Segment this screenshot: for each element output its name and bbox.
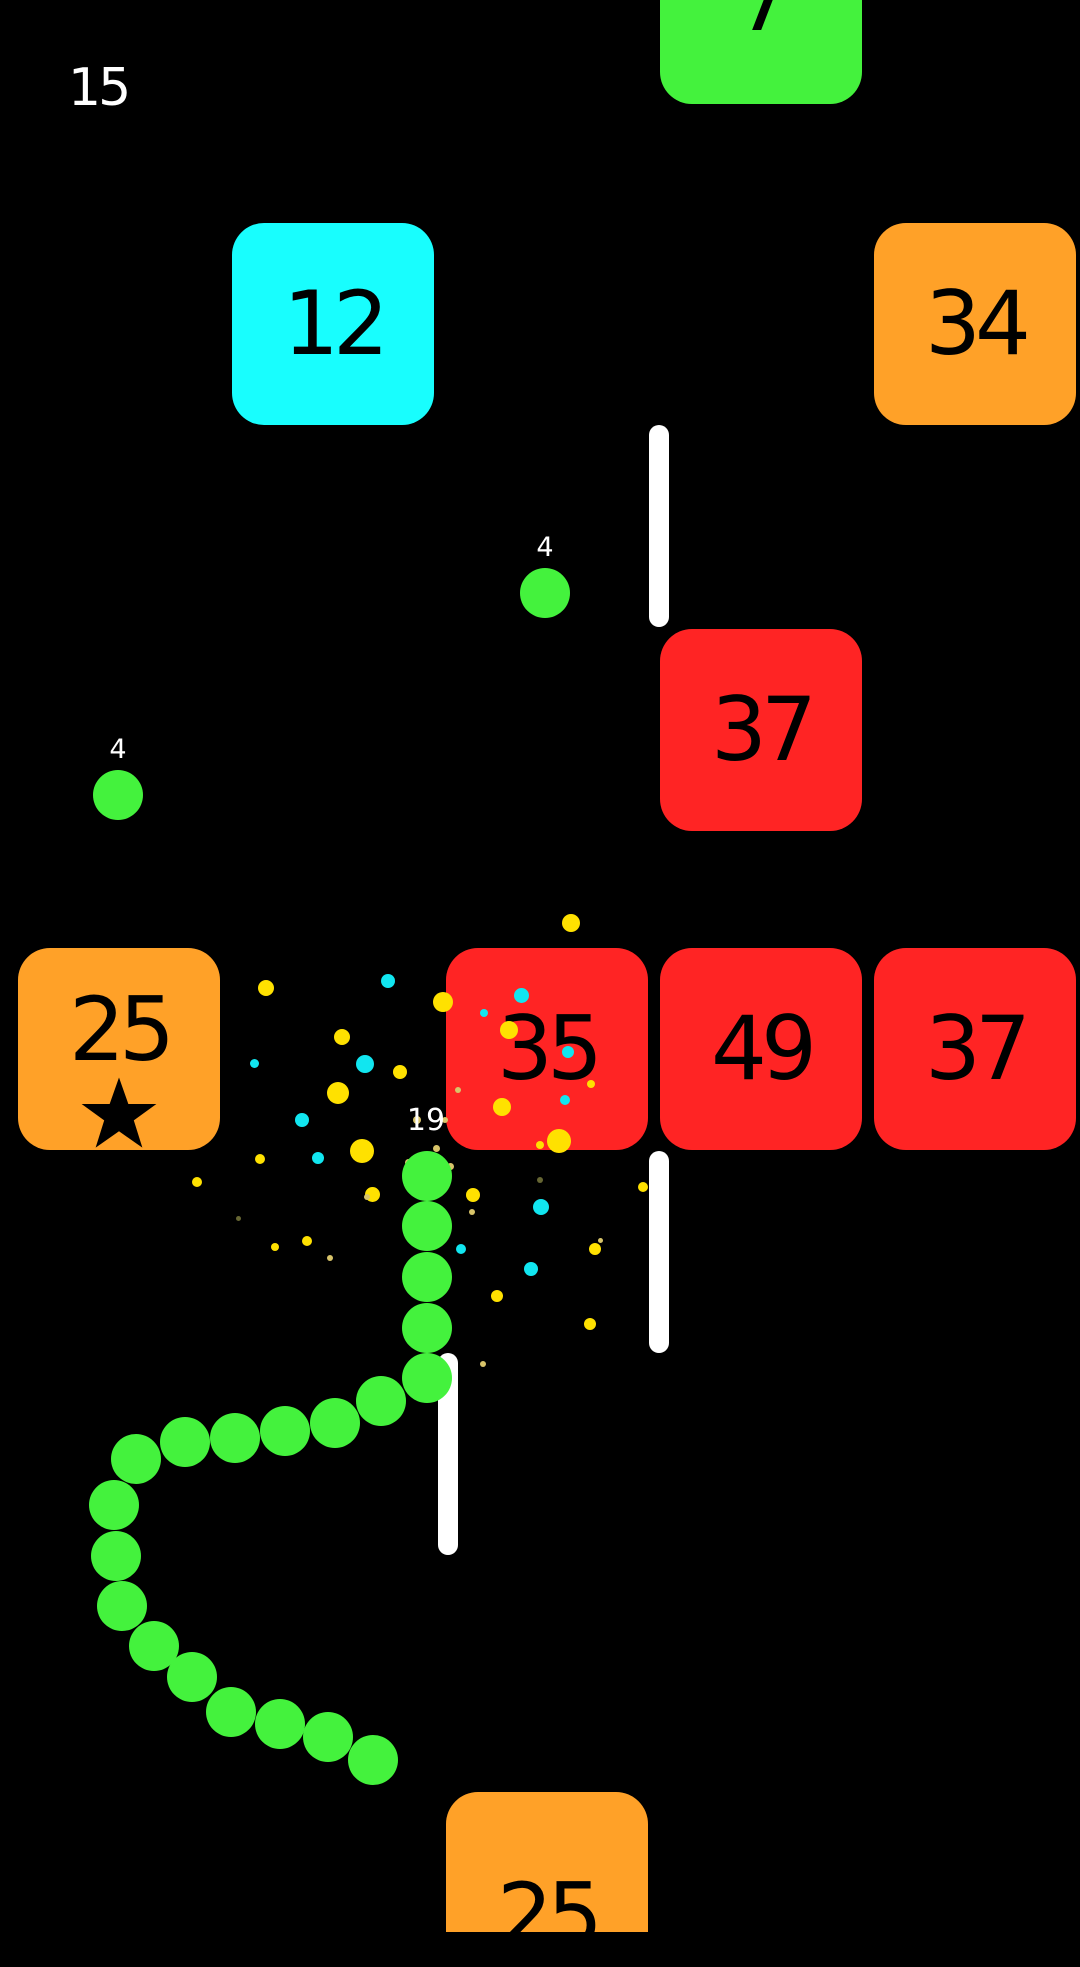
spark-particle bbox=[327, 1082, 349, 1104]
pickup-value: 4 bbox=[109, 734, 127, 765]
spark-particle bbox=[562, 914, 580, 932]
number-block-orange: 34 bbox=[874, 223, 1076, 425]
number-block-red: 49 bbox=[660, 948, 862, 1150]
spark-particle bbox=[302, 1236, 312, 1246]
spark-particle bbox=[433, 992, 453, 1012]
block-value: 7 bbox=[736, 0, 792, 44]
spark-particle bbox=[295, 1113, 309, 1127]
number-block-red-hit: 35 bbox=[446, 948, 648, 1150]
spark-particle bbox=[455, 1087, 461, 1093]
pickup-value: 4 bbox=[536, 532, 554, 563]
snake-segment bbox=[97, 1581, 147, 1631]
snake-segment bbox=[402, 1353, 452, 1403]
snake-segment bbox=[210, 1413, 260, 1463]
spark-particle bbox=[584, 1318, 596, 1330]
spark-particle bbox=[432, 1144, 440, 1152]
spark-particle bbox=[547, 1129, 571, 1153]
spark-particle bbox=[456, 1244, 466, 1254]
spark-particle bbox=[381, 974, 395, 988]
snake-segment bbox=[260, 1406, 310, 1456]
spark-particle bbox=[589, 1243, 601, 1255]
spark-particle bbox=[480, 1009, 488, 1017]
spark-particle bbox=[271, 1243, 279, 1251]
spark-particle bbox=[249, 1058, 259, 1068]
block-value: 35 bbox=[497, 997, 603, 1100]
snake-segment bbox=[89, 1480, 139, 1530]
snake-segment bbox=[310, 1398, 360, 1448]
spark-particle bbox=[480, 1361, 486, 1367]
block-value: 12 bbox=[283, 272, 389, 375]
block-value: 37 bbox=[711, 678, 817, 781]
spark-particle bbox=[364, 1194, 370, 1200]
spark-particle bbox=[524, 1262, 538, 1276]
number-block-orange: 25 bbox=[446, 1792, 648, 1960]
snake-segment bbox=[206, 1687, 256, 1737]
spark-particle bbox=[466, 1188, 480, 1202]
block-value: 25 bbox=[497, 1864, 603, 1967]
spark-particle bbox=[356, 1055, 374, 1073]
snake-segment bbox=[167, 1652, 217, 1702]
spark-particle bbox=[258, 980, 274, 996]
block-value: 37 bbox=[925, 997, 1031, 1100]
spark-particle bbox=[587, 1080, 595, 1088]
number-block-red: 37 bbox=[660, 629, 862, 831]
snake-segment bbox=[402, 1201, 452, 1251]
block-value: 49 bbox=[711, 997, 817, 1100]
snake-length-pickup bbox=[93, 770, 143, 820]
snake-segment bbox=[402, 1303, 452, 1353]
snake-length-pickup bbox=[520, 568, 570, 618]
spark-particle bbox=[500, 1021, 518, 1039]
block-value: 25 bbox=[69, 978, 175, 1081]
snake-segment bbox=[111, 1434, 161, 1484]
spark-particle bbox=[192, 1177, 202, 1187]
spark-particle bbox=[533, 1199, 549, 1215]
spark-particle bbox=[350, 1139, 374, 1163]
spark-particle bbox=[537, 1177, 543, 1183]
spark-particle bbox=[255, 1154, 265, 1164]
number-block-orange-star: 25 bbox=[18, 948, 220, 1150]
number-block-red: 37 bbox=[874, 948, 1076, 1150]
spark-particle bbox=[334, 1029, 350, 1045]
spark-particle bbox=[562, 1046, 574, 1058]
snake-segment bbox=[91, 1531, 141, 1581]
number-block-cyan: 12 bbox=[232, 223, 434, 425]
spark-particle bbox=[469, 1209, 475, 1215]
spark-particle bbox=[312, 1152, 324, 1164]
wall-barrier bbox=[649, 425, 669, 627]
wall-barrier bbox=[649, 1151, 669, 1353]
snake-segment bbox=[402, 1151, 452, 1201]
snake-segment bbox=[255, 1699, 305, 1749]
spark-particle bbox=[513, 987, 529, 1003]
spark-particle bbox=[491, 1290, 503, 1302]
snake-length-label: 19 bbox=[406, 1103, 446, 1138]
spark-particle bbox=[638, 1182, 648, 1192]
snake-segment bbox=[303, 1712, 353, 1762]
number-block-green: 7 bbox=[660, 0, 862, 104]
spark-particle bbox=[493, 1098, 511, 1116]
snake-segment bbox=[348, 1735, 398, 1785]
score-counter: 15 bbox=[68, 58, 131, 118]
spark-particle bbox=[597, 1237, 603, 1243]
star-icon bbox=[81, 1077, 157, 1148]
spark-particle bbox=[327, 1255, 333, 1261]
snake-segment bbox=[356, 1376, 406, 1426]
spark-particle bbox=[536, 1141, 544, 1149]
snake-segment bbox=[402, 1252, 452, 1302]
spark-particle bbox=[393, 1065, 407, 1079]
spark-particle bbox=[235, 1215, 241, 1221]
block-value: 34 bbox=[925, 272, 1031, 375]
spark-particle bbox=[560, 1095, 570, 1105]
snake-segment bbox=[160, 1417, 210, 1467]
